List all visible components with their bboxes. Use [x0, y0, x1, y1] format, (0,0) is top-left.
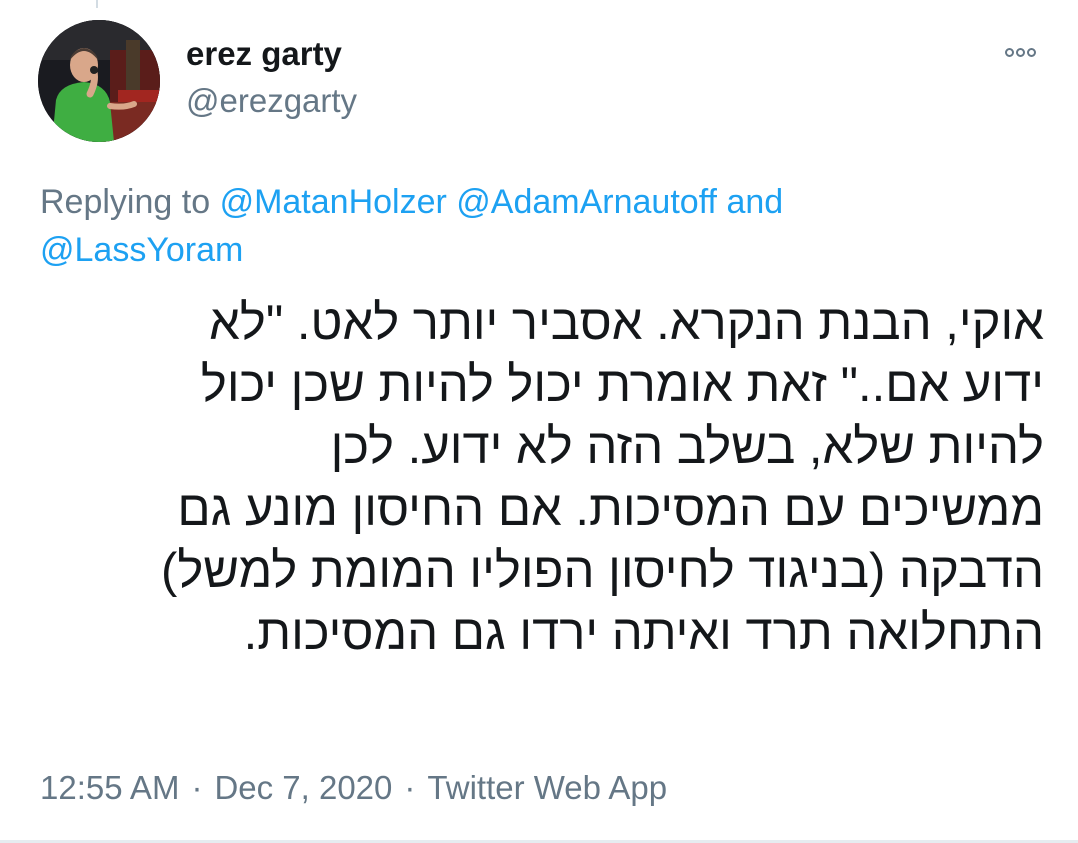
replying-to-label: Replying to: [40, 183, 211, 221]
tweet-text-line: ממשיכים עם המסיכות. אם החיסון מונע גם: [177, 482, 1044, 536]
mention-joiner[interactable]: and: [726, 183, 783, 221]
tweet-text-line: להיות שלא, בשלב הזה לא ידוע. לכן: [330, 420, 1044, 474]
avatar[interactable]: [38, 20, 160, 142]
separator: ·: [404, 769, 416, 806]
tweet-text-line: ידוע אם.." זאת אומרת יכול להיות שכן יכול: [200, 358, 1044, 412]
tweet-metadata: 12:55 AM · Dec 7, 2020 · Twitter Web App: [40, 766, 667, 810]
thread-connector-line: [96, 0, 98, 8]
avatar-photo: [38, 20, 160, 142]
mention-link[interactable]: @AdamArnautoff: [456, 183, 717, 221]
tweet-time[interactable]: 12:55 AM: [40, 769, 179, 806]
tweet-source-link[interactable]: Twitter Web App: [427, 769, 667, 806]
tweet-text-line: אוקי, הבנת הנקרא. אסביר יותר לאט. "לא: [209, 296, 1044, 350]
tweet-text: אוקי, הבנת הנקרא. אסביר יותר לאט. "לא יד…: [40, 292, 1044, 664]
replying-to: Replying to @MatanHolzer @AdamArnautoff …: [40, 178, 900, 274]
tweet-card: erez garty @erezgarty Replying to @Matan…: [0, 0, 1078, 843]
more-options-button[interactable]: [994, 40, 1046, 64]
mention-link[interactable]: @LassYoram: [40, 231, 243, 269]
tweet-text-line: הדבקה (בניגוד לחיסון הפוליו המומת למשל): [161, 544, 1044, 598]
user-handle[interactable]: @erezgarty: [186, 81, 357, 121]
separator: ·: [191, 769, 203, 806]
tweet-date[interactable]: Dec 7, 2020: [214, 769, 392, 806]
mention-link[interactable]: @MatanHolzer: [220, 183, 447, 221]
tweet-text-line: התחלואה תרד ואיתה ירדו גם המסיכות.: [243, 606, 1044, 660]
more-horizontal-icon: [1004, 47, 1036, 57]
author-block: erez garty @erezgarty: [186, 34, 357, 121]
display-name[interactable]: erez garty: [186, 34, 357, 74]
